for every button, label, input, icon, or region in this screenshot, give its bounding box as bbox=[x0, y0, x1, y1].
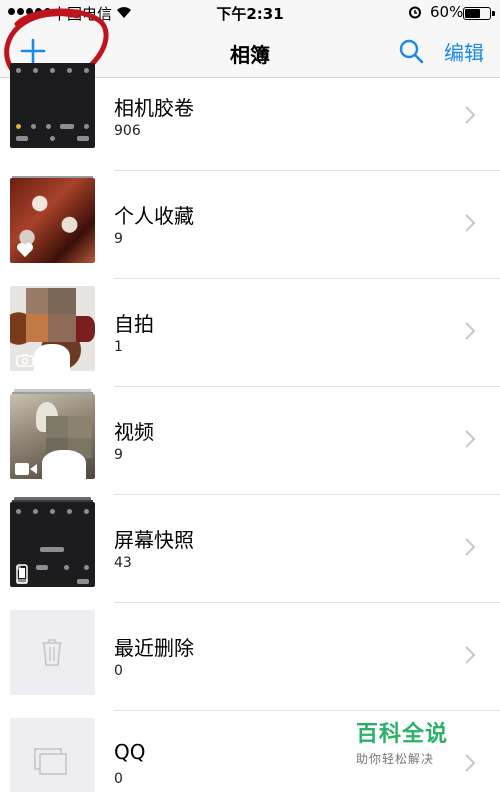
heart-icon bbox=[17, 242, 33, 258]
album-count: 43 bbox=[114, 555, 132, 571]
album-row-recently-deleted[interactable]: 最近删除 0 bbox=[0, 603, 500, 711]
album-list: 相机胶卷 906 个人收藏 9 自拍 1 视频 9 屏幕快照 43 最近删除 0… bbox=[0, 63, 500, 792]
alarm-icon bbox=[409, 6, 421, 19]
chevron-right-icon bbox=[465, 430, 476, 448]
battery-percent: 60% bbox=[430, 3, 464, 21]
album-name: 视频 bbox=[114, 420, 154, 444]
trash-icon bbox=[42, 639, 62, 666]
selfie-camera-icon bbox=[16, 354, 34, 367]
phone-screenshot-icon bbox=[16, 564, 28, 584]
chevron-right-icon bbox=[465, 214, 476, 232]
photos-stack-icon bbox=[34, 748, 67, 775]
album-count: 0 bbox=[114, 771, 123, 787]
chevron-right-icon bbox=[465, 322, 476, 340]
album-thumbnail bbox=[10, 286, 95, 371]
album-row-screenshots[interactable]: 屏幕快照 43 bbox=[0, 495, 500, 603]
album-thumbnail bbox=[10, 502, 95, 587]
album-thumbnail bbox=[10, 63, 95, 148]
watermark-subtitle: 助你轻松解决 bbox=[356, 752, 435, 766]
chevron-right-icon bbox=[465, 106, 476, 124]
search-icon[interactable] bbox=[398, 38, 424, 64]
album-name: QQ bbox=[114, 740, 146, 764]
album-name: 自拍 bbox=[114, 312, 154, 336]
album-name: 屏幕快照 bbox=[114, 528, 194, 552]
video-camera-icon bbox=[15, 463, 37, 475]
chevron-right-icon bbox=[465, 646, 476, 664]
album-count: 0 bbox=[114, 663, 123, 679]
album-row-selfies[interactable]: 自拍 1 bbox=[0, 279, 500, 387]
edit-button[interactable]: 编辑 bbox=[444, 37, 484, 66]
album-name: 个人收藏 bbox=[114, 204, 194, 228]
album-thumbnail bbox=[10, 610, 95, 695]
watermark-title: 百科全说 bbox=[356, 722, 449, 747]
album-thumbnail bbox=[10, 178, 95, 263]
album-name: 最近删除 bbox=[114, 636, 194, 660]
status-time: 下午2:31 bbox=[216, 5, 284, 23]
battery-icon bbox=[463, 7, 495, 20]
album-row-camera-roll[interactable]: 相机胶卷 906 bbox=[0, 63, 500, 171]
album-count: 1 bbox=[114, 339, 123, 355]
album-row-favorites[interactable]: 个人收藏 9 bbox=[0, 171, 500, 279]
chevron-right-icon bbox=[465, 538, 476, 556]
album-row-videos[interactable]: 视频 9 bbox=[0, 387, 500, 495]
album-thumbnail bbox=[10, 718, 95, 792]
album-name: 相机胶卷 bbox=[114, 96, 194, 120]
album-count: 906 bbox=[114, 123, 141, 139]
album-thumbnail bbox=[10, 394, 95, 479]
status-bar: 中国电信 下午2:31 60% bbox=[0, 0, 500, 26]
album-count: 9 bbox=[114, 447, 123, 463]
album-count: 9 bbox=[114, 231, 123, 247]
watermark: 百科全说 助你轻松解决 bbox=[356, 716, 476, 767]
